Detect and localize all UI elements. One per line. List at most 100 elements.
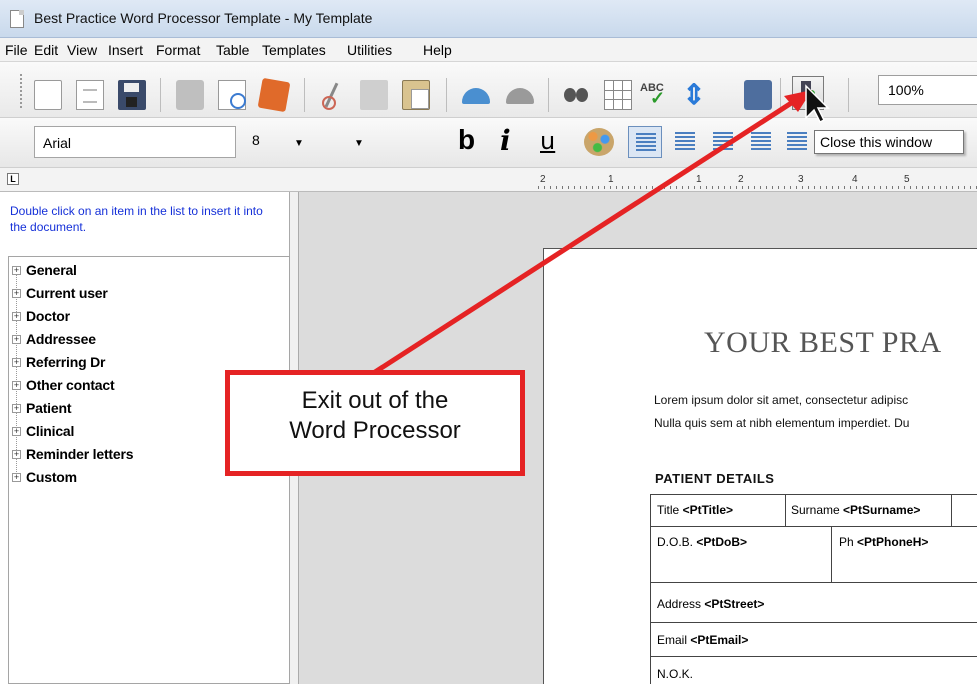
body-text-line[interactable]: Lorem ipsum dolor sit amet, consectetur … — [654, 393, 908, 407]
cell-divider — [951, 495, 952, 527]
body-text-line[interactable]: Nulla quis sem at nibh elementum imperdi… — [654, 416, 909, 430]
expand-icon[interactable]: + — [12, 450, 21, 459]
menu-table[interactable]: Table — [216, 42, 249, 58]
italic-button[interactable]: i — [500, 124, 511, 157]
tree-item-current-user[interactable]: Current user — [26, 285, 108, 301]
font-size-select[interactable]: 8 — [252, 132, 260, 148]
nok-label: N.O.K. — [657, 667, 694, 681]
expand-icon[interactable]: + — [12, 427, 21, 436]
toolbar-separator — [304, 78, 305, 112]
expand-icon[interactable]: + — [12, 289, 21, 298]
align-center-button[interactable] — [668, 126, 702, 158]
tab-stop-selector[interactable]: L — [7, 173, 19, 185]
tree-item-general[interactable]: General — [26, 262, 77, 278]
expand-icon[interactable]: + — [12, 266, 21, 275]
spell-check-icon[interactable]: ABC — [640, 80, 668, 110]
toolbar-separator — [548, 78, 549, 112]
tree-item-custom[interactable]: Custom — [26, 469, 77, 485]
align-button[interactable] — [780, 126, 814, 158]
tree-item-doctor[interactable]: Doctor — [26, 308, 70, 324]
open-document-icon[interactable] — [76, 80, 104, 110]
undo-icon[interactable] — [462, 80, 490, 110]
table-row[interactable]: Title <PtTitle> Surname <PtSurname> — [650, 494, 977, 527]
tree-connector — [16, 268, 17, 476]
main-toolbar: ABC ⇕ — [0, 62, 977, 118]
menu-insert[interactable]: Insert — [108, 42, 143, 58]
table-row[interactable]: N.O.K. — [650, 656, 977, 684]
underline-button[interactable]: u — [540, 127, 555, 155]
annotation-line: Exit out of the — [301, 387, 449, 414]
annotation-line: Word Processor — [289, 417, 461, 444]
cut-icon[interactable] — [318, 80, 346, 110]
print-preview-icon[interactable] — [218, 80, 246, 110]
menu-bar: File Edit View Insert Format Table Templ… — [0, 38, 977, 62]
dob-label: D.O.B. <PtDoB> — [657, 535, 748, 549]
new-document-icon[interactable] — [34, 80, 62, 110]
paste-icon[interactable] — [402, 80, 430, 110]
toolbar-separator — [160, 78, 161, 112]
insert-table-icon[interactable] — [604, 80, 632, 110]
menu-utilities[interactable]: Utilities — [347, 42, 392, 58]
export-icon[interactable] — [257, 77, 291, 113]
ruler-label: 1 — [696, 174, 702, 185]
menu-file[interactable]: File — [5, 42, 28, 58]
expand-icon[interactable]: + — [12, 404, 21, 413]
font-dropdown-arrow-icon[interactable]: ▼ — [294, 138, 304, 149]
document-icon — [10, 10, 24, 28]
menu-templates[interactable]: Templates — [262, 42, 326, 58]
size-dropdown-arrow-icon[interactable]: ▼ — [354, 138, 364, 149]
menu-help[interactable]: Help — [423, 42, 452, 58]
save-icon[interactable] — [118, 80, 146, 110]
toolbar-grip[interactable] — [20, 74, 23, 108]
font-select[interactable]: Arial — [34, 126, 236, 158]
phone-label: Ph <PtPhoneH> — [839, 535, 929, 549]
expand-icon[interactable]: + — [12, 358, 21, 367]
copy-icon[interactable] — [360, 80, 388, 110]
tree-item-patient[interactable]: Patient — [26, 400, 71, 416]
document-heading[interactable]: YOUR BEST PRA — [704, 326, 942, 360]
tree-item-other-contact[interactable]: Other contact — [26, 377, 115, 393]
move-up-down-icon[interactable]: ⇕ — [680, 80, 708, 110]
word-processor-window: Best Practice Word Processor Template - … — [0, 0, 977, 684]
color-palette-icon[interactable] — [584, 128, 614, 156]
menu-format[interactable]: Format — [156, 42, 200, 58]
annotation-text: Exit out of the Word Processor — [230, 386, 520, 446]
cell-divider — [831, 527, 832, 583]
expand-icon[interactable]: + — [12, 312, 21, 321]
address-label: Address <PtStreet> — [657, 597, 765, 611]
justify-button[interactable] — [744, 126, 778, 158]
redo-icon[interactable] — [506, 80, 534, 110]
close-window-icon[interactable] — [792, 76, 824, 110]
tooltip: Close this window — [814, 130, 964, 154]
title-label: Title <PtTitle> — [657, 503, 734, 517]
expand-icon[interactable]: + — [12, 473, 21, 482]
toolbar-separator — [446, 78, 447, 112]
align-left-button[interactable] — [628, 126, 662, 158]
toolbar-separator — [848, 78, 849, 112]
expand-icon[interactable]: + — [12, 335, 21, 344]
ruler-label: 1 — [608, 174, 614, 185]
tree-item-reminder-letters[interactable]: Reminder letters — [26, 446, 133, 462]
tree-item-referring-dr[interactable]: Referring Dr — [26, 354, 105, 370]
find-icon[interactable] — [562, 80, 590, 110]
bold-button[interactable]: b — [458, 124, 475, 156]
align-right-button[interactable] — [706, 126, 740, 158]
zoom-select[interactable]: 100% — [878, 75, 977, 105]
table-row[interactable]: Address <PtStreet> — [650, 582, 977, 622]
tree-item-addressee[interactable]: Addressee — [26, 331, 96, 347]
menu-view[interactable]: View — [67, 42, 97, 58]
email-label: Email <PtEmail> — [657, 633, 749, 647]
print-icon[interactable] — [176, 80, 204, 110]
table-row[interactable]: Email <PtEmail> — [650, 622, 977, 656]
tree-item-clinical[interactable]: Clinical — [26, 423, 74, 439]
expand-icon[interactable]: + — [12, 381, 21, 390]
window-title: Best Practice Word Processor Template - … — [34, 10, 373, 26]
table-row[interactable]: D.O.B. <PtDoB> Ph <PtPhoneH> — [650, 526, 977, 583]
ruler-label: 5 — [904, 174, 910, 185]
ruler-label: 2 — [738, 174, 744, 185]
contact-icon[interactable] — [744, 80, 772, 110]
toolbar-separator — [780, 78, 781, 112]
ruler[interactable]: 2 1 1 2 3 4 5 — [538, 174, 977, 190]
menu-edit[interactable]: Edit — [34, 42, 58, 58]
section-heading[interactable]: PATIENT DETAILS — [655, 471, 774, 486]
